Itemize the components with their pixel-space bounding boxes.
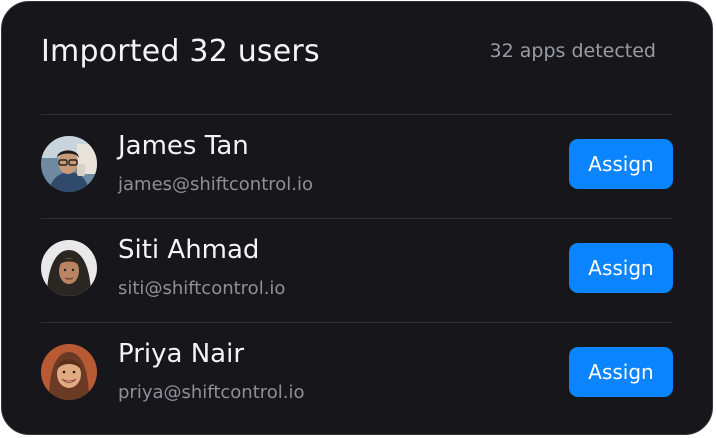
card-header: Imported 32 users 32 apps detected xyxy=(41,2,673,114)
page-title: Imported 32 users xyxy=(41,33,320,69)
user-row: Priya Nair priya@shiftcontrol.io Assign xyxy=(41,323,673,427)
avatar xyxy=(41,240,97,296)
avatar-photo-man-glasses-icon xyxy=(41,136,97,192)
avatar xyxy=(41,344,97,400)
import-summary-card: Imported 32 users 32 apps detected James… xyxy=(1,1,713,435)
avatar-photo-woman-hijab-icon xyxy=(41,240,97,296)
user-name: Siti Ahmad xyxy=(118,235,260,265)
apps-detected-count: 32 apps detected xyxy=(489,40,656,62)
user-name: James Tan xyxy=(118,131,249,161)
avatar-photo-woman-smiling-icon xyxy=(41,344,97,400)
user-row: James Tan james@shiftcontrol.io Assign xyxy=(41,115,673,219)
assign-button[interactable]: Assign xyxy=(569,139,673,189)
user-name: Priya Nair xyxy=(118,339,245,369)
assign-button[interactable]: Assign xyxy=(569,243,673,293)
user-email: james@shiftcontrol.io xyxy=(118,174,314,195)
user-row: Siti Ahmad siti@shiftcontrol.io Assign xyxy=(41,219,673,323)
avatar xyxy=(41,136,97,192)
user-email: priya@shiftcontrol.io xyxy=(118,382,305,403)
assign-button[interactable]: Assign xyxy=(569,347,673,397)
user-email: siti@shiftcontrol.io xyxy=(118,278,286,299)
